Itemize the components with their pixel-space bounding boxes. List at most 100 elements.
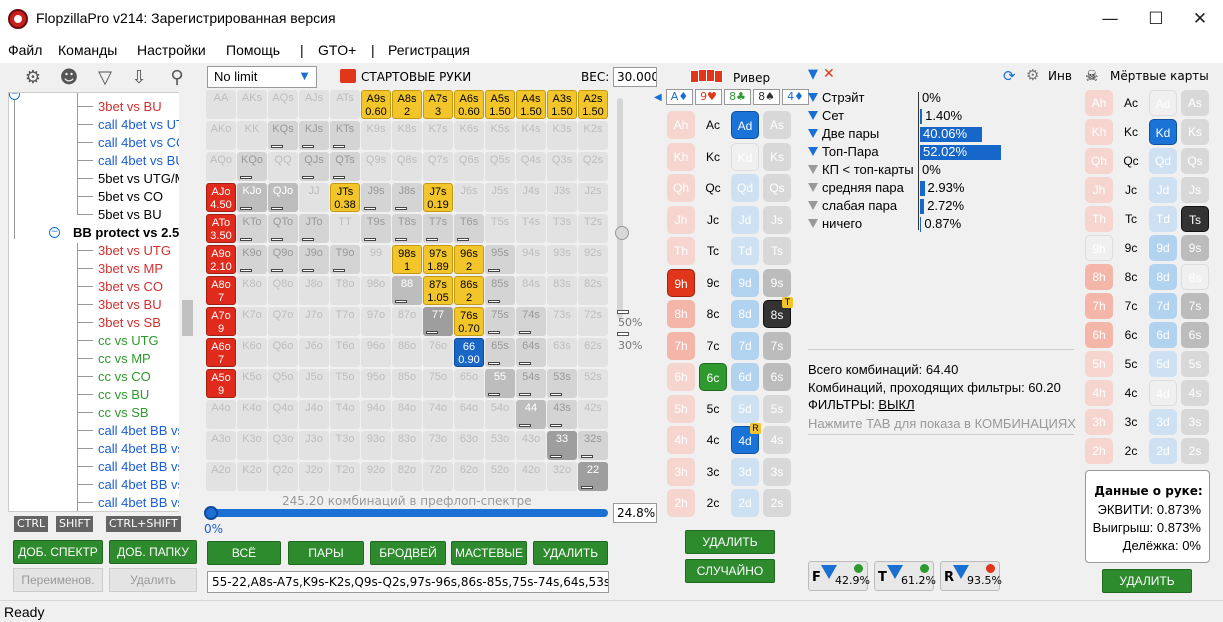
delete-range-button[interactable]: Удалить: [109, 568, 197, 592]
hand-cell[interactable]: 94o: [361, 400, 391, 429]
filter-funnel-icon[interactable]: [808, 93, 818, 102]
hand-cell[interactable]: 54o: [485, 400, 515, 429]
hand-cell[interactable]: 53o: [485, 431, 515, 460]
filter-funnel-icon[interactable]: [808, 147, 818, 156]
hand-cell[interactable]: KJs: [299, 121, 329, 150]
menu-settings[interactable]: Настройки: [137, 42, 206, 58]
hand-cell[interactable]: 97o: [361, 307, 391, 336]
range-progress[interactable]: [206, 509, 608, 517]
dead-card-3d[interactable]: 3d: [1149, 409, 1177, 435]
hand-cell[interactable]: 32s: [578, 431, 608, 460]
filter-5[interactable]: средняя пара: [808, 180, 904, 195]
hand-cell[interactable]: A7s 3: [423, 90, 453, 119]
tree-range-item[interactable]: 3bet vs CO: [98, 279, 163, 294]
dead-card-Js[interactable]: Js: [1181, 177, 1209, 203]
dead-card-7s[interactable]: 7s: [1181, 293, 1209, 319]
hand-cell[interactable]: K7o: [237, 307, 267, 336]
dead-card-9h[interactable]: 9h: [1085, 235, 1113, 261]
dead-card-Qh[interactable]: Qh: [1085, 148, 1113, 174]
dead-card-3c[interactable]: 3c: [1117, 409, 1145, 435]
board-slot[interactable]: 8♣: [724, 89, 751, 105]
card-6c[interactable]: 6c: [699, 363, 727, 391]
hand-cell[interactable]: Q6o: [268, 338, 298, 367]
hand-cell[interactable]: K4s: [516, 121, 546, 150]
hand-cell[interactable]: 75s: [485, 307, 515, 336]
hand-cell[interactable]: T9o: [330, 245, 360, 274]
hand-cell[interactable]: QTs: [330, 152, 360, 181]
hand-cell[interactable]: KJo: [237, 183, 267, 212]
dead-card-Ts[interactable]: Ts: [1181, 206, 1209, 232]
hand-cell[interactable]: T5o: [330, 369, 360, 398]
hand-cell[interactable]: Q9o: [268, 245, 298, 274]
hand-cell[interactable]: A2s 1.50: [578, 90, 608, 119]
hand-cell[interactable]: 52o: [485, 462, 515, 491]
hand-cell[interactable]: 43o: [516, 431, 546, 460]
card-9c[interactable]: 9c: [699, 269, 727, 297]
hand-cell[interactable]: QQ: [268, 152, 298, 181]
weight-input[interactable]: 30.000: [613, 67, 657, 87]
dead-card-6d[interactable]: 6d: [1149, 322, 1177, 348]
hand-cell[interactable]: J2s: [578, 183, 608, 212]
filter-0[interactable]: Стрэйт: [808, 90, 864, 105]
dead-card-Jd[interactable]: Jd: [1149, 177, 1177, 203]
board-slot[interactable]: 4♦: [782, 89, 809, 105]
hand-cell[interactable]: 82s: [578, 276, 608, 305]
hand-cell[interactable]: 87o: [392, 307, 422, 336]
hand-cell[interactable]: T4o: [330, 400, 360, 429]
hand-cell[interactable]: T4s: [516, 214, 546, 243]
dead-card-Qs[interactable]: Qs: [1181, 148, 1209, 174]
hand-cell[interactable]: 43s: [547, 400, 577, 429]
clear-filter-icon[interactable]: ✕: [823, 66, 835, 82]
hand-cell[interactable]: QJo: [268, 183, 298, 212]
hand-cell[interactable]: 73s: [547, 307, 577, 336]
hand-cell[interactable]: J3s: [547, 183, 577, 212]
hand-cell[interactable]: K3o: [237, 431, 267, 460]
dead-card-Qd[interactable]: Qd: [1149, 148, 1177, 174]
menu-commands[interactable]: Команды: [58, 42, 117, 58]
hand-cell[interactable]: A9o 2.10: [206, 245, 236, 274]
hand-cell[interactable]: KTs: [330, 121, 360, 150]
card-Ad[interactable]: Ad: [731, 111, 759, 139]
card-3s[interactable]: 3s: [763, 457, 791, 486]
hand-cell[interactable]: 55: [485, 369, 515, 398]
hand-cell[interactable]: 64s: [516, 338, 546, 367]
filter-funnel-icon[interactable]: [808, 201, 818, 210]
hand-cell[interactable]: KQs: [268, 121, 298, 150]
card-5h[interactable]: 5h: [667, 394, 695, 423]
tree-range-item[interactable]: call 4bet vs CO: [98, 135, 186, 150]
hand-cell[interactable]: K7s: [423, 121, 453, 150]
tree-range-item[interactable]: cc vs BU: [98, 387, 149, 402]
hand-cell[interactable]: K2o: [237, 462, 267, 491]
tree-range-item[interactable]: cc vs CO: [98, 369, 151, 384]
filter-add-icon[interactable]: ▽: [92, 66, 118, 90]
weight-slider[interactable]: [617, 98, 623, 318]
range-text-input[interactable]: 55-22,A8s-A7s,K9s-K2s,Q9s-Q2s,97s-96s,86…: [207, 571, 609, 593]
dead-card-Kc[interactable]: Kc: [1117, 119, 1145, 145]
card-Tc[interactable]: Tc: [699, 237, 727, 265]
dead-card-9c[interactable]: 9c: [1117, 235, 1145, 261]
hand-cell[interactable]: Q5o: [268, 369, 298, 398]
hand-cell[interactable]: 33: [547, 431, 577, 460]
suited-button[interactable]: МАСТЕВЫЕ: [451, 541, 527, 565]
card-Kc[interactable]: Kc: [699, 143, 727, 171]
card-Qs[interactable]: Qs: [763, 174, 791, 202]
hand-cell[interactable]: Q7o: [268, 307, 298, 336]
hand-cell[interactable]: 52s: [578, 369, 608, 398]
card-Qc[interactable]: Qc: [699, 174, 727, 202]
hand-cell[interactable]: Q2o: [268, 462, 298, 491]
board-slot[interactable]: A♦: [666, 89, 693, 105]
card-Th[interactable]: Th: [667, 237, 695, 265]
hand-cell[interactable]: K9o: [237, 245, 267, 274]
hand-cell[interactable]: A6s 0.60: [454, 90, 484, 119]
street-button-T[interactable]: T 61.2%: [874, 561, 936, 591]
board-delete-button[interactable]: УДАЛИТЬ: [685, 530, 775, 554]
hand-cell[interactable]: AJs: [299, 90, 329, 119]
card-8c[interactable]: 8c: [699, 300, 727, 328]
collapse-icon[interactable]: −: [9, 93, 20, 100]
card-8h[interactable]: 8h: [667, 300, 695, 328]
card-Ah[interactable]: Ah: [667, 111, 695, 139]
filter-funnel-icon[interactable]: [808, 183, 818, 192]
dead-card-9s[interactable]: 9s: [1181, 235, 1209, 261]
card-Jh[interactable]: Jh: [667, 205, 695, 234]
dead-card-Ad[interactable]: Ad: [1149, 90, 1177, 116]
